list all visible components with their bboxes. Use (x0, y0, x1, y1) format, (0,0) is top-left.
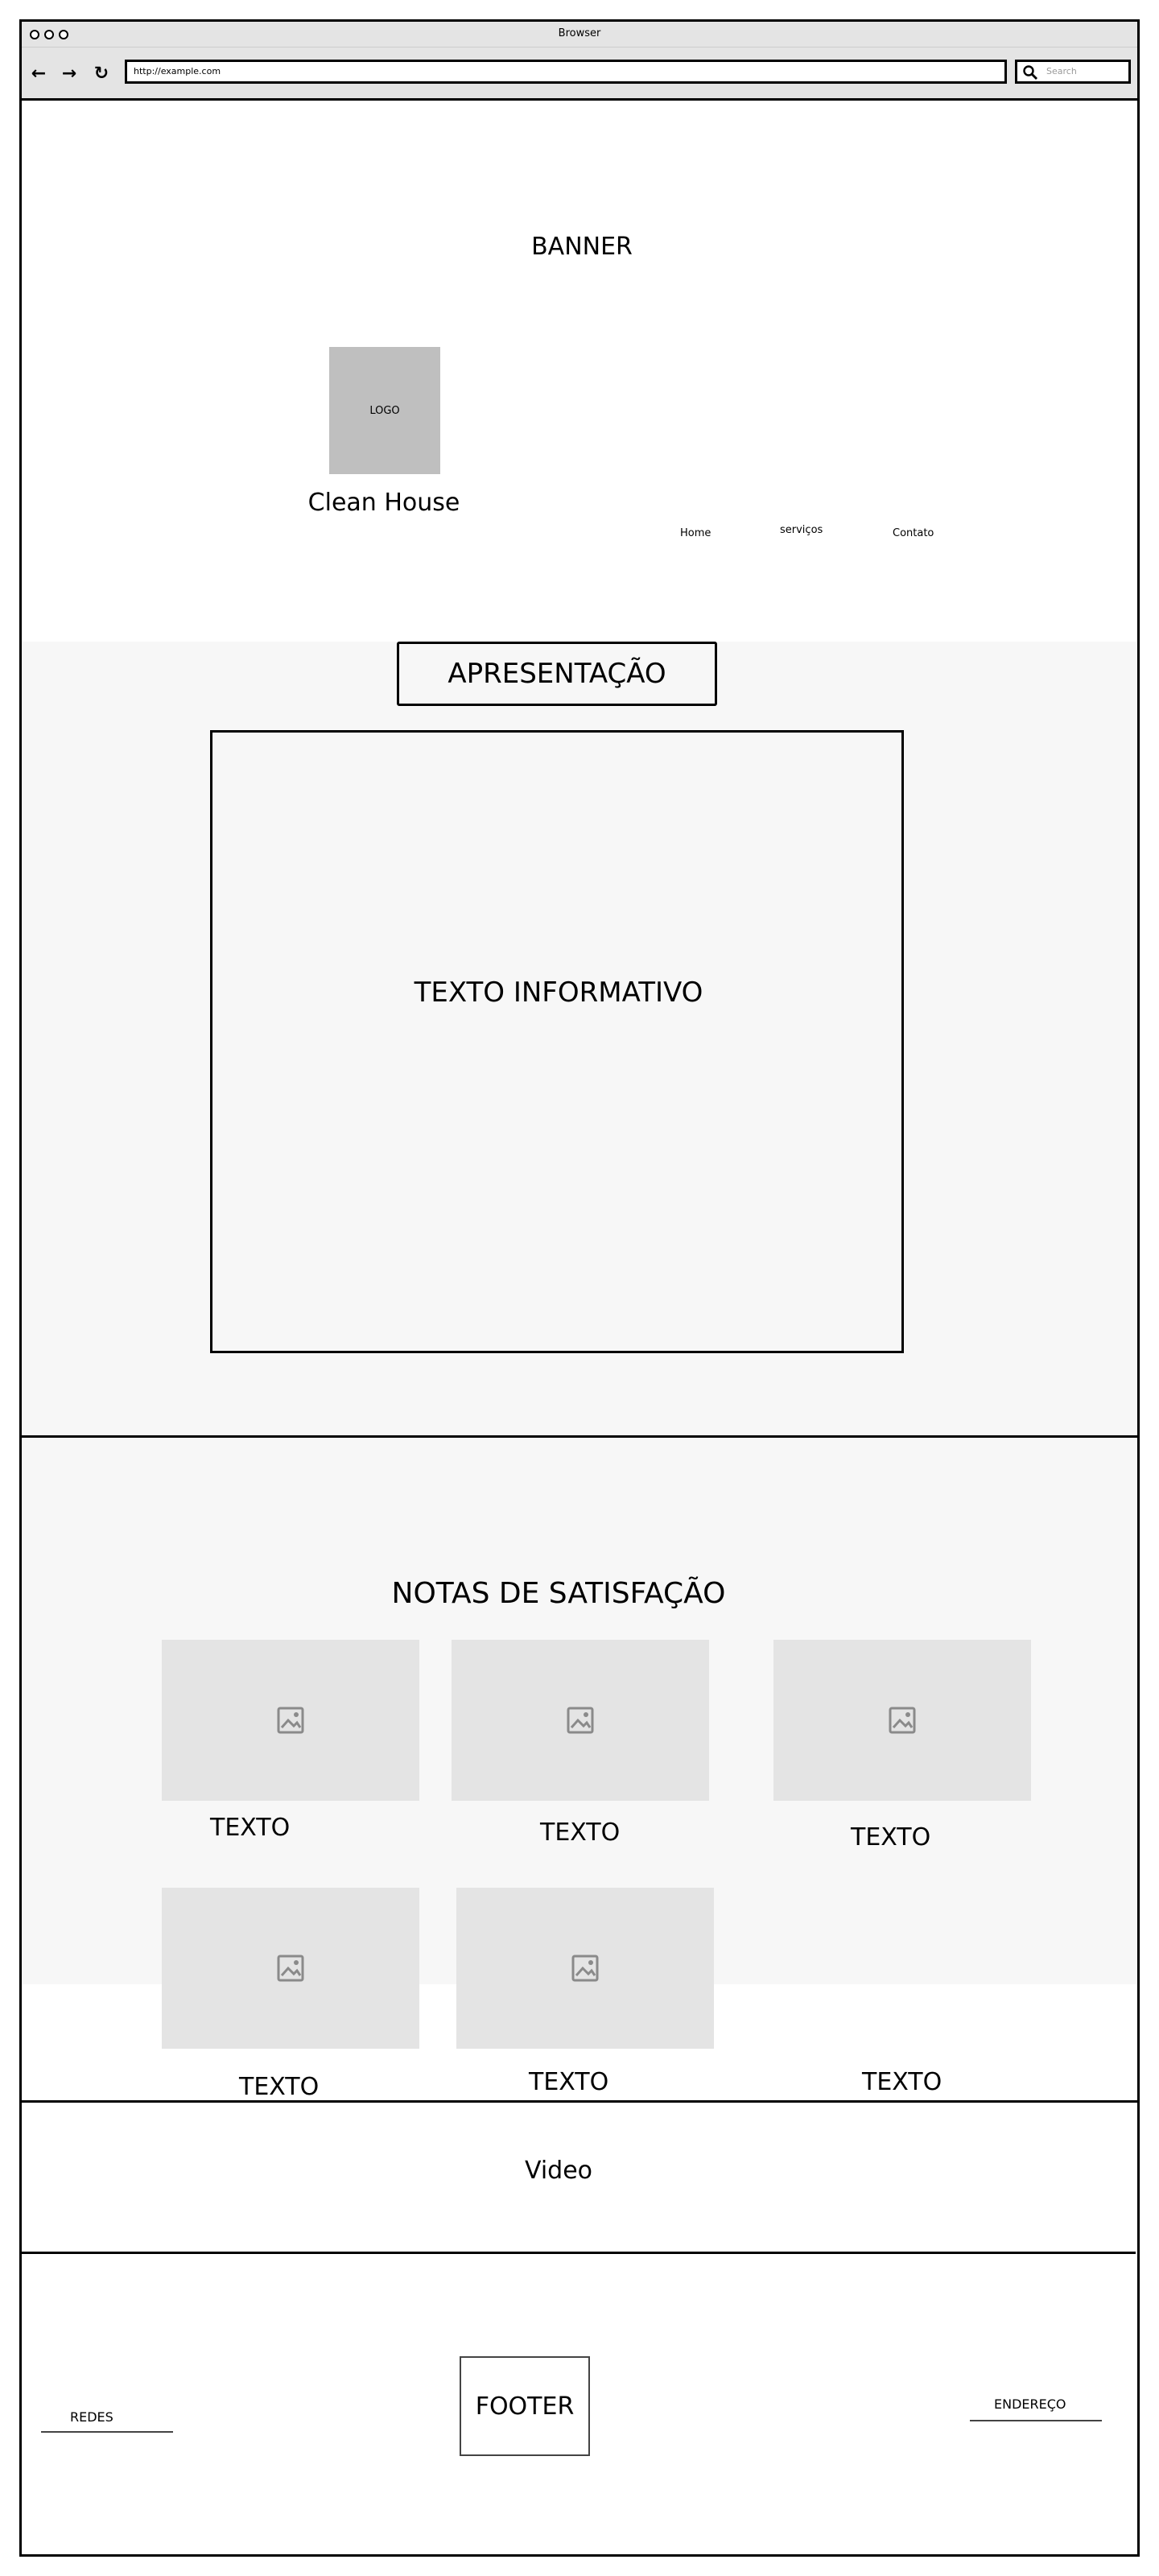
image-caption: TEXTO (529, 2068, 609, 2096)
image-placeholder (162, 1888, 419, 2049)
image-caption: TEXTO (210, 1814, 291, 1842)
footer-endereco[interactable]: ENDEREÇO (970, 2396, 1102, 2421)
image-icon (571, 1955, 599, 1982)
text-info-frame (210, 730, 904, 1353)
image-icon (277, 1955, 304, 1982)
video-placeholder[interactable]: Video (22, 2157, 1095, 2185)
window-title: Browser (558, 27, 601, 39)
image-placeholder (162, 1640, 419, 1801)
footer-title: FOOTER (460, 2356, 590, 2456)
apresentacao-heading: APRESENTAÇÃO (397, 642, 717, 706)
nav-contato-link[interactable]: Contato (893, 527, 934, 539)
brand-name: Clean House (307, 489, 460, 517)
notas-heading: NOTAS DE SATISFAÇÃO (391, 1577, 726, 1610)
logo[interactable]: LOGO (329, 347, 440, 474)
browser-window: Browser ← → ↻ http://example.com Search … (19, 19, 1140, 2557)
browser-toolbar: ← → ↻ http://example.com Search (22, 47, 1137, 101)
section-divider (22, 1435, 1137, 1438)
image-caption: TEXTO (239, 2073, 320, 2101)
nav-servicos-link[interactable]: serviços (780, 524, 823, 536)
search-input[interactable]: Search (1015, 60, 1131, 84)
image-placeholder (456, 1888, 714, 2049)
image-caption: TEXTO (540, 1818, 621, 1847)
url-input[interactable]: http://example.com (125, 60, 1007, 84)
search-placeholder: Search (1046, 66, 1077, 76)
section-divider (22, 2252, 1136, 2254)
text-info: TEXTO INFORMATIVO (414, 976, 703, 1009)
banner-title: BANNER (531, 233, 633, 261)
back-icon[interactable]: ← (30, 65, 47, 83)
reload-icon[interactable]: ↻ (93, 65, 110, 83)
image-icon (277, 1707, 304, 1734)
image-caption: TEXTO (851, 1823, 931, 1852)
forward-icon[interactable]: → (60, 65, 78, 83)
image-icon (567, 1707, 594, 1734)
section-divider (22, 2100, 1137, 2103)
title-bar: Browser (22, 22, 1137, 47)
image-placeholder (773, 1640, 1031, 1801)
search-icon (1023, 65, 1037, 80)
image-placeholder (452, 1640, 709, 1801)
image-caption: TEXTO (862, 2068, 942, 2096)
footer-redes[interactable]: REDES (41, 2409, 173, 2433)
nav-home-link[interactable]: Home (680, 527, 711, 539)
image-icon (889, 1707, 916, 1734)
